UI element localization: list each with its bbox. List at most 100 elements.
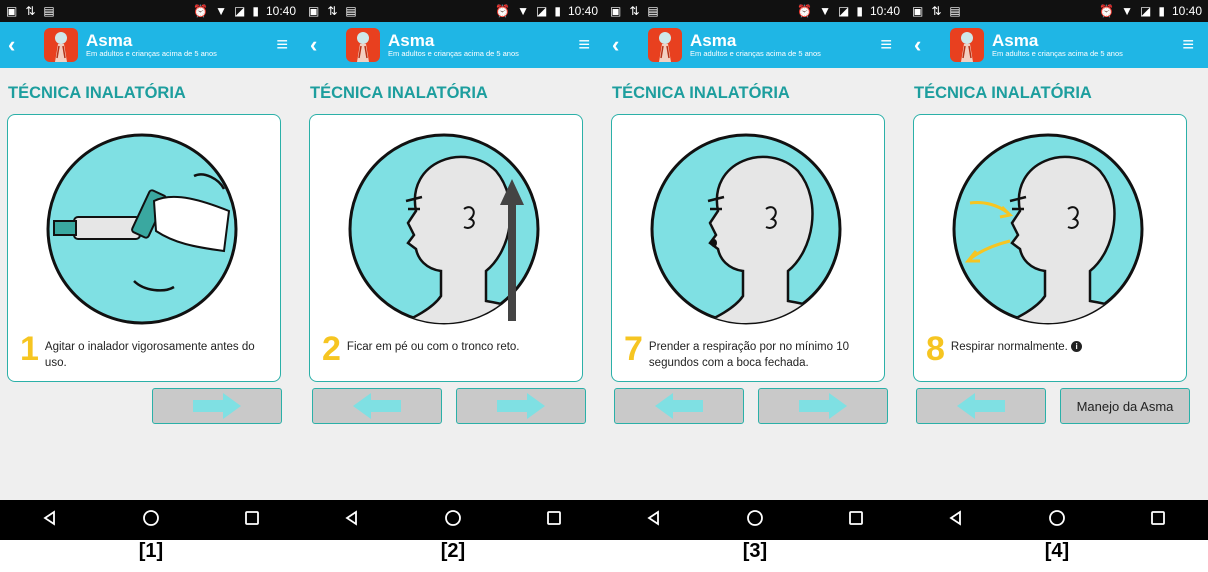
app-title: Asma	[992, 31, 1039, 51]
gallery-icon: ▣	[6, 4, 18, 18]
signal-icon: ◪	[536, 4, 548, 18]
status-bar: ▣ ⇅ ▤ ⏰ ▼ ◪ ▮ 10:40	[0, 0, 302, 22]
chevron-left-icon[interactable]: ‹	[310, 34, 334, 56]
square-recents-icon[interactable]	[546, 510, 562, 531]
battery-icon: ▮	[252, 4, 259, 18]
screen-caption: [3]	[742, 540, 768, 562]
hamburger-menu-icon[interactable]: ≡	[276, 34, 294, 57]
battery-icon: ▮	[856, 4, 863, 18]
wifi-icon: ▼	[819, 4, 832, 18]
next-button[interactable]	[152, 388, 282, 424]
previous-button[interactable]	[312, 388, 442, 424]
step-card: 8 Respirar normalmente. i	[913, 114, 1187, 382]
wifi-icon: ▼	[215, 4, 228, 18]
status-bar: ▣ ⇅ ▤ ⏰ ▼ ◪ ▮ 10:40	[302, 0, 604, 22]
step-text: Respirar normalmente.	[950, 341, 1068, 353]
sync-icon: ⇅	[327, 4, 338, 18]
app-subtitle: Em adultos e crianças acima de 5 anos	[86, 48, 217, 58]
section-title: TÉCNICA INALATÓRIA	[310, 84, 488, 102]
step-illustration	[648, 131, 844, 327]
hamburger-menu-icon[interactable]: ≡	[1182, 34, 1200, 57]
app-logo	[44, 28, 78, 62]
arrow-right-icon	[193, 393, 241, 419]
step-instruction: 1 Agitar o inalador vigorosamente antes …	[20, 332, 255, 371]
circle-home-icon[interactable]	[142, 509, 160, 532]
status-time: 10:40	[265, 4, 296, 18]
status-bar: ▣ ⇅ ▤ ⏰ ▼ ◪ ▮ 10:40	[604, 0, 906, 22]
arrow-left-icon	[353, 393, 401, 419]
triangle-back-icon[interactable]	[646, 509, 662, 531]
screenshot-strip: ▣ ⇅ ▤ ⏰ ▼ ◪ ▮ 10:40 ‹ Asma Em adultos e …	[0, 0, 1208, 572]
app-bar: ‹ Asma Em adultos e crianças acima de 5 …	[906, 22, 1208, 68]
step-text: Ficar em pé ou com o tronco reto.	[346, 341, 520, 353]
battery-icon: ▮	[554, 4, 561, 18]
alarm-icon: ⏰	[1099, 4, 1115, 18]
battery-icon: ▮	[1158, 4, 1165, 18]
triangle-back-icon[interactable]	[344, 509, 360, 531]
app-bar: ‹ Asma Em adultos e crianças acima de 5 …	[604, 22, 906, 68]
square-recents-icon[interactable]	[848, 510, 864, 531]
section-title: TÉCNICA INALATÓRIA	[8, 84, 186, 102]
app-bar: ‹ Asma Em adultos e crianças acima de 5 …	[302, 22, 604, 68]
info-icon[interactable]: i	[1071, 341, 1083, 353]
step-illustration	[346, 131, 542, 327]
step-card: 1 Agitar o inalador vigorosamente antes …	[7, 114, 281, 382]
screenshot-icon: ▤	[949, 4, 961, 18]
step-number: 8	[926, 330, 945, 368]
app-logo	[950, 28, 984, 62]
step-number: 7	[624, 330, 643, 368]
step-card: 7 Prender a respiração por no mínimo 10 …	[611, 114, 885, 382]
phone-screen: ▣ ⇅ ▤ ⏰ ▼ ◪ ▮ 10:40 ‹ Asma Em adultos e …	[906, 0, 1208, 540]
next-button[interactable]	[456, 388, 586, 424]
alarm-icon: ⏰	[797, 4, 813, 18]
signal-icon: ◪	[234, 4, 246, 18]
button-label: Manejo da Asma	[1076, 398, 1174, 414]
app-bar: ‹ Asma Em adultos e crianças acima de 5 …	[0, 22, 302, 68]
sync-icon: ⇅	[629, 4, 640, 18]
circle-home-icon[interactable]	[444, 509, 462, 532]
circle-home-icon[interactable]	[1048, 509, 1066, 532]
status-bar: ▣ ⇅ ▤ ⏰ ▼ ◪ ▮ 10:40	[906, 0, 1208, 22]
step-instruction: 8 Respirar normalmente. i	[926, 330, 1083, 368]
arrow-left-icon	[655, 393, 703, 419]
android-nav-bar	[604, 500, 906, 540]
gallery-icon: ▣	[308, 4, 320, 18]
screenshot-icon: ▤	[647, 4, 659, 18]
screenshot-icon: ▤	[345, 4, 357, 18]
square-recents-icon[interactable]	[244, 510, 260, 531]
square-recents-icon[interactable]	[1150, 510, 1166, 531]
manejo-asma-button[interactable]: Manejo da Asma	[1060, 388, 1190, 424]
screen-caption: [4]	[1044, 540, 1070, 562]
triangle-back-icon[interactable]	[42, 509, 58, 531]
chevron-left-icon[interactable]: ‹	[914, 34, 938, 56]
step-instruction: 2 Ficar em pé ou com o tronco reto.	[322, 330, 520, 368]
app-logo	[346, 28, 380, 62]
screen-caption: [1]	[138, 540, 164, 562]
step-text: Prender a respiração por no mínimo 10 se…	[648, 341, 849, 370]
signal-icon: ◪	[838, 4, 850, 18]
previous-button[interactable]	[614, 388, 744, 424]
android-nav-bar	[302, 500, 604, 540]
sync-icon: ⇅	[931, 4, 942, 18]
step-text: Agitar o inalador vigorosamente antes do…	[44, 341, 255, 370]
triangle-back-icon[interactable]	[948, 509, 964, 531]
app-title: Asma	[388, 31, 435, 51]
section-title: TÉCNICA INALATÓRIA	[914, 84, 1092, 102]
circle-home-icon[interactable]	[746, 509, 764, 532]
step-number: 2	[322, 330, 341, 368]
next-button[interactable]	[758, 388, 888, 424]
step-illustration	[950, 131, 1146, 327]
gallery-icon: ▣	[610, 4, 622, 18]
app-title: Asma	[690, 31, 737, 51]
android-nav-bar	[906, 500, 1208, 540]
previous-button[interactable]	[916, 388, 1046, 424]
chevron-left-icon[interactable]: ‹	[8, 34, 32, 56]
step-card: 2 Ficar em pé ou com o tronco reto.	[309, 114, 583, 382]
gallery-icon: ▣	[912, 4, 924, 18]
arrow-left-icon	[957, 393, 1005, 419]
hamburger-menu-icon[interactable]: ≡	[578, 34, 596, 57]
wifi-icon: ▼	[517, 4, 530, 18]
sync-icon: ⇅	[25, 4, 36, 18]
chevron-left-icon[interactable]: ‹	[612, 34, 636, 56]
hamburger-menu-icon[interactable]: ≡	[880, 34, 898, 57]
